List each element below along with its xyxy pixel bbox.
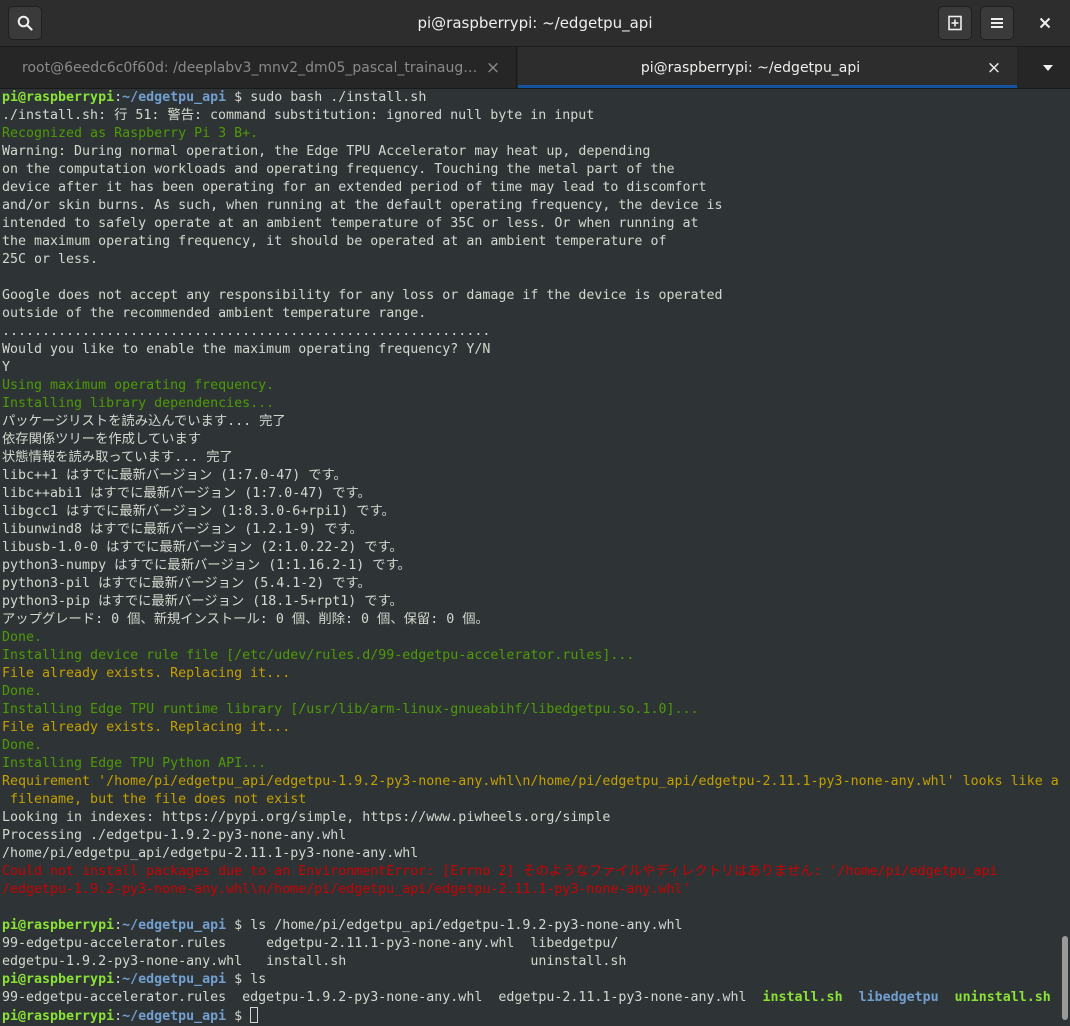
prompt-user: pi@raspberrypi (2, 918, 115, 933)
prompt-symbol: $ (226, 1009, 251, 1024)
ls-output-files: 99-edgetpu-accelerator.rules edgetpu-1.9… (2, 990, 763, 1005)
terminal-line: /home/pi/edgetpu_api/edgetpu-2.11.1-py3-… (2, 846, 419, 861)
prompt-symbol: $ (226, 918, 251, 933)
terminal-line: アップグレード: 0 個、新規インストール: 0 個、削除: 0 個、保留: 0… (2, 612, 489, 627)
close-icon (1039, 17, 1051, 29)
chevron-down-icon (1043, 65, 1053, 71)
close-window-button[interactable] (1028, 6, 1062, 40)
ls-directory-libedgetpu: libedgetpu (858, 990, 939, 1005)
terminal-line: 99-edgetpu-accelerator.rules edgetpu-2.1… (2, 936, 619, 951)
terminal-line: Installing device rule file [/etc/udev/r… (2, 648, 635, 663)
terminal-line: Warning: During normal operation, the Ed… (2, 144, 651, 159)
new-tab-button[interactable] (938, 6, 972, 40)
terminal-line: Installing library dependencies... (2, 396, 275, 411)
terminal-line: the maximum operating frequency, it shou… (2, 234, 667, 249)
command-text: sudo bash ./install.sh (250, 90, 427, 105)
terminal-line: File already exists. Replacing it... (2, 720, 291, 735)
terminal-line: pi@raspberrypi:~/edgetpu_api $ sudo bash… (2, 90, 427, 105)
ls-executable-uninstall: uninstall.sh (954, 990, 1051, 1005)
terminal-line: libunwind8 はすでに最新バージョン (1.2.1-9) です。 (2, 522, 363, 537)
prompt-path: ~/edgetpu_api (122, 918, 227, 933)
terminal-line: パッケージリストを読み込んでいます... 完了 (2, 414, 286, 429)
terminal-line: Recognized as Raspberry Pi 3 B+. (2, 126, 259, 141)
command-text: ls (250, 972, 267, 987)
terminal-line: Installing Edge TPU runtime library [/us… (2, 702, 699, 717)
terminal-line: Google does not accept any responsibilit… (2, 288, 723, 303)
terminal-output[interactable]: pi@raspberrypi:~/edgetpu_api $ sudo bash… (0, 89, 1060, 1026)
terminal-line: python3-pip はすでに最新バージョン (18.1-5+rpt1) です… (2, 594, 403, 609)
terminal-line: 状態情報を読み取っています... 完了 (2, 450, 233, 465)
terminal-line: and/or skin burns. As such, when running… (2, 198, 723, 213)
tab-label: root@6eedc6c0f60d: /deeplabv3_mnv2_dm05_… (22, 59, 482, 76)
terminal-line: libc++abi1 はすでに最新バージョン (1:7.0-47) です。 (2, 486, 371, 501)
prompt-path: ~/edgetpu_api (122, 90, 227, 105)
prompt-symbol: $ (226, 90, 251, 105)
prompt-user: pi@raspberrypi (2, 1009, 115, 1024)
terminal-line: Requirement '/home/pi/edgetpu_api/edgetp… (2, 774, 1059, 789)
terminal-line: pi@raspberrypi:~/edgetpu_api $ (2, 1007, 1060, 1025)
hamburger-menu-icon (991, 18, 1003, 28)
terminal-line: edgetpu-1.9.2-py3-none-any.whl install.s… (2, 954, 627, 969)
terminal-line: Would you like to enable the maximum ope… (2, 342, 491, 357)
terminal-line: Done. (2, 684, 43, 699)
terminal-line: python3-pil はすでに最新バージョン (5.4.1-2) です。 (2, 576, 371, 591)
terminal-line: libgcc1 はすでに最新バージョン (1:8.3.0-6+rpi1) です。 (2, 504, 395, 519)
terminal-window: pi@raspberrypi: ~/edgetpu_api root@6eedc… (0, 0, 1070, 1026)
terminal-line: on the computation workloads and operati… (2, 162, 675, 177)
window-title: pi@raspberrypi: ~/edgetpu_api (417, 14, 653, 32)
prompt-path: ~/edgetpu_api (122, 1009, 227, 1024)
terminal-line: Processing ./edgetpu-1.9.2-py3-none-any.… (2, 828, 347, 843)
command-text: ls /home/pi/edgetpu_api/edgetpu-1.9.2-py… (250, 918, 683, 933)
new-tab-icon (948, 15, 962, 31)
terminal-line: 99-edgetpu-accelerator.rules edgetpu-1.9… (2, 989, 1060, 1007)
terminal-line: outside of the recommended ambient tempe… (2, 306, 427, 321)
terminal-line: Using maximum operating frequency. (2, 378, 275, 393)
terminal-line: Done. (2, 630, 43, 645)
prompt-user: pi@raspberrypi (2, 90, 115, 105)
ls-executable-install: install.sh (762, 990, 843, 1005)
tab-list-dropdown[interactable] (1030, 57, 1066, 79)
tab-label: pi@raspberrypi: ~/edgetpu_api (640, 59, 861, 76)
terminal-line: libusb-1.0-0 はすでに最新バージョン (2:1.0.22-2) です… (2, 540, 403, 555)
terminal-line: Looking in indexes: https://pypi.org/sim… (2, 810, 611, 825)
terminal-line: libc++1 はすでに最新バージョン (1:7.0-47) です。 (2, 468, 347, 483)
tab-close-icon[interactable]: × (482, 57, 504, 79)
terminal-line: pi@raspberrypi:~/edgetpu_api $ ls (2, 972, 267, 987)
terminal-line: Y (2, 360, 11, 375)
terminal-error-line: /edgetpu-1.9.2-py3-none-any.whl\n/home/p… (2, 882, 691, 897)
terminal-line: ./install.sh: 行 51: 警告: command substitu… (2, 108, 595, 123)
terminal-line: pi@raspberrypi:~/edgetpu_api $ ls /home/… (2, 918, 683, 933)
terminal-line: 依存関係ツリーを作成しています (2, 432, 202, 447)
prompt-path: ~/edgetpu_api (122, 972, 227, 987)
tab-bar: root@6eedc6c0f60d: /deeplabv3_mnv2_dm05_… (0, 47, 1070, 89)
prompt-symbol: $ (226, 972, 251, 987)
text-cursor (250, 1007, 259, 1023)
terminal-line: 25C or less. (2, 252, 99, 267)
tab-root-container[interactable]: root@6eedc6c0f60d: /deeplabv3_mnv2_dm05_… (0, 47, 517, 88)
terminal-line: intended to safely operate at an ambient… (2, 216, 699, 231)
terminal-line: filename, but the file does not exist (2, 792, 307, 807)
header-bar: pi@raspberrypi: ~/edgetpu_api (0, 0, 1070, 47)
terminal-line: File already exists. Replacing it... (2, 666, 291, 681)
terminal-line: device after it has been operating for a… (2, 180, 707, 195)
terminal-line: python3-numpy はすでに最新バージョン (1:1.16.2-1) で… (2, 558, 411, 573)
terminal-line: Done. (2, 738, 43, 753)
terminal-line: ........................................… (2, 324, 491, 339)
search-icon (17, 15, 33, 31)
search-button[interactable] (8, 6, 42, 40)
terminal-line: Installing Edge TPU Python API... (2, 756, 267, 771)
tab-close-icon[interactable]: × (983, 57, 1005, 79)
terminal-error-line: Could not install packages due to an Env… (2, 864, 998, 879)
scrollbar-thumb[interactable] (1062, 936, 1068, 1020)
prompt-user: pi@raspberrypi (2, 972, 115, 987)
menu-button[interactable] (980, 6, 1014, 40)
tab-pi-raspberrypi[interactable]: pi@raspberrypi: ~/edgetpu_api × (518, 47, 1017, 88)
